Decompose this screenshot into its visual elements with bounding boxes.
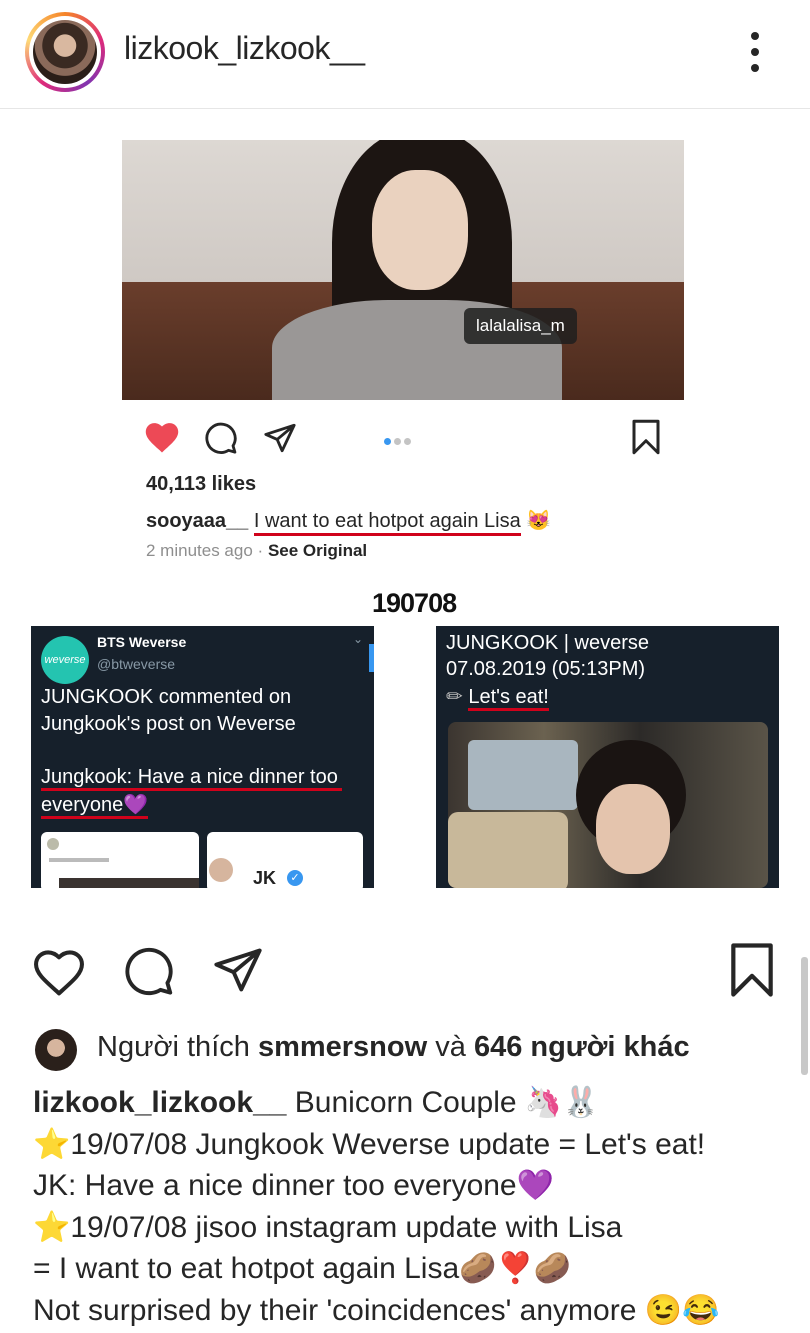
- embedded-likes: 40,113 likes: [146, 473, 257, 495]
- chevron-down-icon: ⌄: [353, 632, 364, 646]
- share-icon: [264, 423, 296, 453]
- caption-username[interactable]: lizkook_lizkook__: [33, 1086, 286, 1119]
- date-label: 190708: [372, 588, 457, 618]
- carousel-indicator: [384, 432, 414, 450]
- save-button[interactable]: [728, 942, 776, 998]
- comment-button[interactable]: [123, 945, 175, 997]
- scrollbar[interactable]: [801, 957, 808, 1075]
- account-handle: @btweverse: [97, 656, 176, 672]
- liked-by-avatar[interactable]: [35, 1029, 77, 1071]
- heart-filled-icon: [145, 423, 179, 453]
- embedded-photo: lalalalisa_m: [122, 140, 684, 400]
- bookmark-icon: [632, 419, 660, 455]
- weverse-logo: weverse: [41, 636, 89, 684]
- mini-card-name: JK: [253, 868, 277, 888]
- verified-icon: ✓: [287, 870, 303, 886]
- post-caption: lizkook_lizkook__ Bunicorn Couple 🦄🐰 ⭐19…: [33, 1086, 720, 1327]
- post-username[interactable]: lizkook_lizkook__: [124, 30, 365, 67]
- weverse-tweet-panel: weverse BTS Weverse @btweverse ⌄ JUNGKOO…: [31, 626, 374, 888]
- embedded-meta: 2 minutes ago · See Original: [146, 541, 368, 560]
- like-button[interactable]: [32, 947, 86, 997]
- weverse-update-panel: JUNGKOOK | weverse 07.08.2019 (05:13PM) …: [436, 626, 779, 888]
- share-button[interactable]: [211, 944, 265, 996]
- profile-avatar[interactable]: [25, 12, 105, 92]
- pencil-icon: ✏: [446, 686, 463, 708]
- more-options-icon[interactable]: [748, 30, 762, 74]
- liked-by-text[interactable]: Người thích smmersnow và 646 người khác: [97, 1031, 690, 1064]
- comment-icon: [205, 422, 237, 454]
- embedded-caption: sooyaaa__ I want to eat hotpot again Lis…: [146, 508, 551, 536]
- account-name: BTS Weverse: [97, 634, 187, 650]
- post-header: lizkook_lizkook__: [0, 0, 810, 109]
- car-selfie-photo: [448, 722, 768, 888]
- photo-user-tag: lalalalisa_m: [464, 308, 577, 344]
